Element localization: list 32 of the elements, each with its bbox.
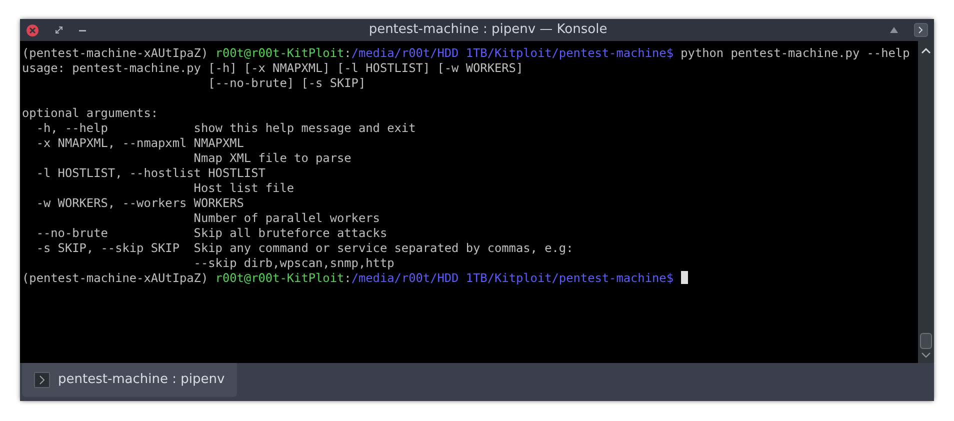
- prompt-separator: :: [344, 271, 352, 285]
- keep-above-icon[interactable]: [890, 27, 898, 33]
- prompt-path: /media/r00t/HDD 1TB/Kitploit/pentest-machine$: [351, 46, 674, 60]
- prompt-path: /media/r00t/HDD 1TB/Kitploit/pentest-machine$: [351, 271, 674, 285]
- minimize-icon[interactable]: [79, 28, 86, 32]
- virtualenv-name: (pentest-machine-xAUtIpaZ): [22, 46, 210, 60]
- scroll-down-icon[interactable]: [921, 351, 931, 359]
- output-line: -l HOSTLIST, --hostlist HOSTLIST: [35, 166, 266, 181]
- output-line: usage: pentest-machine.py [-h] [-x NMAPXML] [-l HOSTLIST] [-w WORKERS]: [22, 61, 524, 76]
- output-line: optional arguments:: [22, 106, 160, 121]
- terminal-icon: [34, 372, 50, 388]
- virtualenv-name: (pentest-machine-xAUtIpaZ): [22, 271, 210, 285]
- restore-icon[interactable]: [55, 26, 63, 34]
- output-line: [--no-brute] [-s SKIP]: [207, 76, 367, 91]
- scrollbar-thumb[interactable]: [920, 333, 932, 349]
- window-title: pentest-machine : pipenv — Konsole: [368, 21, 608, 40]
- output-line: Host list file: [192, 181, 296, 196]
- output-line: --no-brute Skip all bruteforce attacks: [35, 226, 388, 241]
- output-line: -w WORKERS, --workers WORKERS: [35, 196, 245, 211]
- output-line: -h, --help show this help message and exit: [35, 121, 417, 136]
- terminal-tab[interactable]: pentest-machine : pipenv: [22, 363, 237, 397]
- user-host: r00t@r00t-KitPloit: [215, 46, 344, 60]
- output-line: -x NMAPXML, --nmapxml NMAPXML: [35, 136, 245, 151]
- command-text: python pentest-machine.py --help: [680, 46, 910, 60]
- close-icon[interactable]: [26, 24, 39, 36]
- output-line: Number of parallel workers: [192, 211, 381, 226]
- output-line: Nmap XML file to parse: [192, 151, 352, 166]
- menu-icon[interactable]: [914, 23, 928, 37]
- output-line: -s SKIP, --skip SKIP Skip any command or service separated by commas, e.g:: [35, 241, 574, 256]
- output-line: --skip dirb,wpscan,snmp,http: [192, 256, 396, 271]
- user-host: r00t@r00t-KitPloit: [215, 271, 344, 285]
- prompt-separator: :: [344, 46, 352, 60]
